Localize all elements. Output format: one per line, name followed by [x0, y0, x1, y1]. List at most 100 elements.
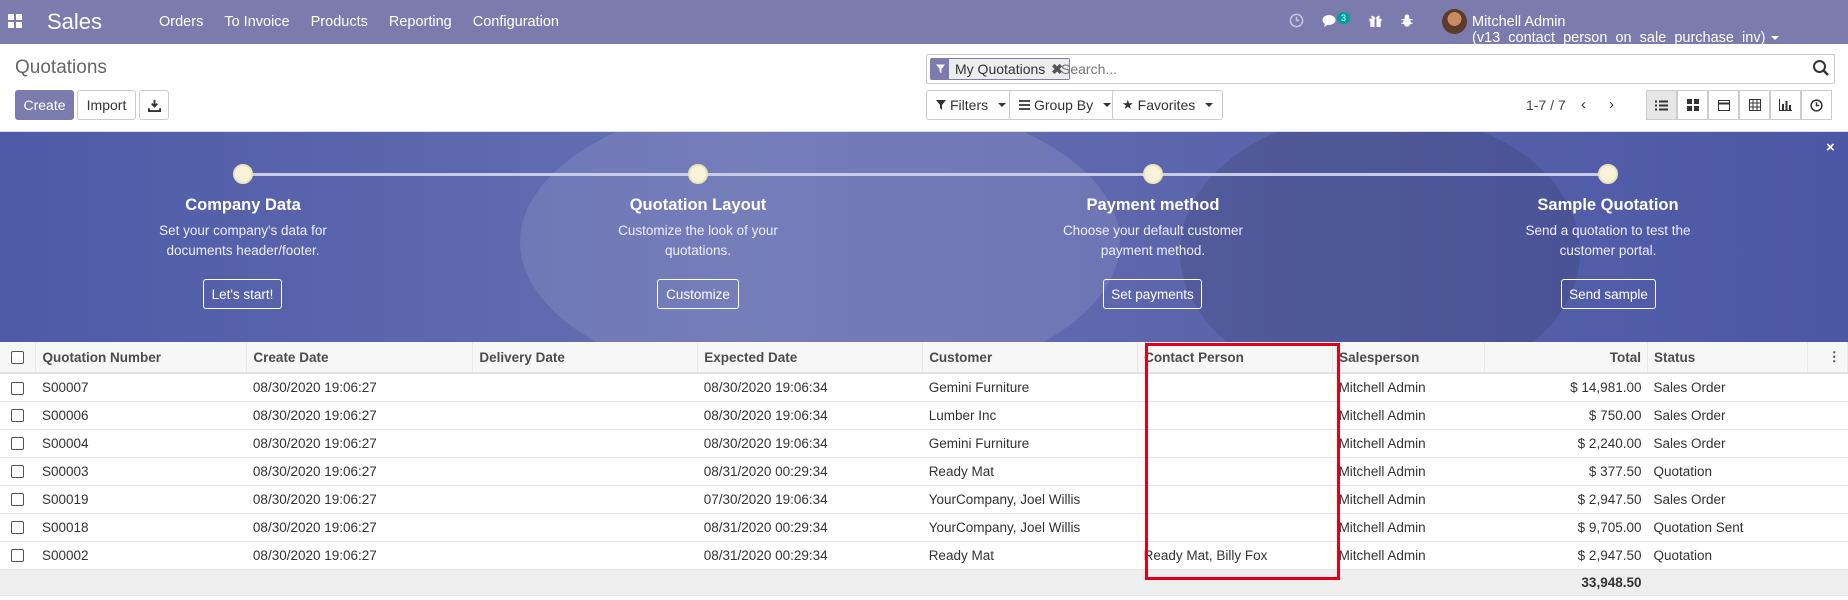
header-total[interactable]: Total	[1484, 342, 1648, 374]
table-row[interactable]: S00018 08/30/2020 19:06:27 08/31/2020 00:2…	[0, 513, 1848, 542]
table-row[interactable]: S00004 08/30/2020 19:06:27 08/30/2020 19:0…	[0, 429, 1848, 458]
import-button[interactable]: Import	[77, 90, 136, 120]
cell-customer: Gemini Furniture	[922, 373, 1138, 402]
search-icon[interactable]	[1812, 59, 1830, 77]
pivot-view-button[interactable]	[1739, 90, 1770, 120]
download-icon	[147, 99, 161, 112]
cell-quotation-number: S00003	[35, 457, 247, 486]
table-row[interactable]: S00006 08/30/2020 19:06:27 08/30/2020 19:0…	[0, 401, 1848, 430]
row-spacer	[1807, 513, 1848, 542]
header-status[interactable]: Status	[1647, 342, 1808, 374]
groupby-dropdown[interactable]: Group By	[1009, 90, 1122, 120]
table-row[interactable]: S00002 08/30/2020 19:06:27 08/31/2020 00:2…	[0, 541, 1848, 570]
apps-menu-icon[interactable]	[8, 14, 22, 28]
row-spacer	[1807, 373, 1848, 402]
cell-customer: Gemini Furniture	[922, 429, 1138, 458]
cell-salesperson: Mitchell Admin	[1332, 457, 1485, 486]
select-all-checkbox[interactable]	[11, 351, 25, 365]
pager-previous-icon[interactable]: ‹	[1581, 96, 1586, 113]
row-checkbox[interactable]	[11, 493, 25, 507]
cell-expected-date: 08/31/2020 00:29:34	[697, 513, 923, 542]
optional-columns-toggle[interactable]: ⋮	[1807, 342, 1848, 374]
step-sample-quotation: Sample Quotation Send a quotation to tes…	[1498, 196, 1718, 261]
row-select-cell[interactable]	[0, 373, 36, 402]
table-row[interactable]: S00019 08/30/2020 19:06:27 07/30/2020 19:0…	[0, 485, 1848, 514]
gift-icon[interactable]	[1368, 13, 1383, 28]
breadcrumb[interactable]: Quotations	[15, 57, 107, 79]
lets-start-button[interactable]: Let's start!	[203, 279, 282, 309]
step-description: Send a quotation to test the	[1525, 223, 1691, 238]
row-select-cell[interactable]	[0, 457, 36, 486]
row-checkbox[interactable]	[11, 521, 25, 535]
cell-create-date: 08/30/2020 19:06:27	[246, 541, 473, 570]
chat-icon[interactable]	[1322, 14, 1338, 28]
pager-value[interactable]: 1-7 / 7	[1526, 97, 1566, 113]
step-description: Choose your default customer	[1062, 223, 1244, 238]
header-expected-date[interactable]: Expected Date	[697, 342, 924, 374]
calendar-icon	[1717, 100, 1730, 111]
send-sample-button[interactable]: Send sample	[1561, 279, 1656, 309]
step-dot	[1143, 164, 1163, 184]
header-customer[interactable]: Customer	[922, 342, 1139, 374]
menu-to-invoice[interactable]: To Invoice	[224, 14, 289, 30]
groupby-label: Group By	[1034, 97, 1094, 113]
row-checkbox[interactable]	[11, 549, 25, 563]
row-checkbox[interactable]	[11, 381, 25, 395]
table-row[interactable]: S00007 08/30/2020 19:06:27 08/30/2020 19:0…	[0, 373, 1848, 402]
ellipsis-vertical-icon[interactable]: ⋮	[1828, 349, 1842, 364]
step-company-data: Company Data Set your company's data for…	[133, 196, 353, 261]
cell-expected-date: 08/31/2020 00:29:34	[697, 457, 923, 486]
user-menu[interactable]: Mitchell Admin (v13_contact_person_on_sa…	[1472, 14, 1848, 46]
cell-quotation-number: S00002	[35, 541, 247, 570]
activity-view-button[interactable]	[1801, 90, 1832, 120]
user-caret-icon	[1771, 36, 1780, 41]
cell-delivery-date	[472, 401, 698, 430]
cell-delivery-date	[472, 485, 698, 514]
set-payments-button[interactable]: Set payments	[1103, 279, 1202, 309]
search-input[interactable]	[1061, 59, 1761, 79]
row-select-cell[interactable]	[0, 541, 36, 570]
calendar-view-button[interactable]	[1708, 90, 1739, 120]
cell-quotation-number: S00019	[35, 485, 247, 514]
cell-status: Quotation	[1647, 541, 1808, 570]
select-all-cell[interactable]	[0, 342, 37, 374]
close-banner-icon[interactable]: ×	[1826, 139, 1835, 156]
cell-expected-date: 08/31/2020 00:29:34	[697, 541, 923, 570]
table-row[interactable]: S00003 08/30/2020 19:06:27 08/31/2020 00:2…	[0, 457, 1848, 486]
customize-button[interactable]: Customize	[657, 279, 739, 309]
row-select-cell[interactable]	[0, 513, 36, 542]
menu-products[interactable]: Products	[311, 14, 368, 30]
step-dot	[688, 164, 708, 184]
row-checkbox[interactable]	[11, 465, 25, 479]
onboarding-banner: Company Data Set your company's data for…	[0, 132, 1848, 342]
search-bar: My Quotations ✖	[926, 54, 1835, 84]
graph-view-button[interactable]	[1770, 90, 1801, 120]
row-select-cell[interactable]	[0, 401, 36, 430]
menu-orders[interactable]: Orders	[159, 14, 203, 30]
menu-reporting[interactable]: Reporting	[389, 14, 452, 30]
download-button[interactable]	[139, 90, 169, 120]
filters-dropdown[interactable]: Filters	[926, 90, 1017, 120]
kanban-view-button[interactable]	[1677, 90, 1708, 120]
header-create-date[interactable]: Create Date	[246, 342, 474, 374]
row-select-cell[interactable]	[0, 485, 36, 514]
pager-next-icon[interactable]: ›	[1609, 96, 1614, 113]
kanban-icon	[1686, 99, 1699, 111]
favorites-dropdown[interactable]: ★ Favorites	[1112, 90, 1224, 120]
main-menu: Orders To Invoice Products Reporting Con…	[159, 14, 580, 30]
header-quotation-number[interactable]: Quotation Number	[35, 342, 248, 374]
create-button[interactable]: Create	[15, 90, 74, 120]
bug-icon[interactable]	[1400, 13, 1414, 28]
row-checkbox[interactable]	[11, 409, 25, 423]
header-salesperson[interactable]: Salesperson	[1332, 342, 1486, 374]
filters-label: Filters	[950, 97, 989, 113]
search-facet[interactable]: My Quotations ✖	[930, 58, 1070, 80]
row-select-cell[interactable]	[0, 429, 36, 458]
menu-configuration[interactable]: Configuration	[473, 14, 559, 30]
clock-icon[interactable]	[1289, 13, 1304, 28]
header-delivery-date[interactable]: Delivery Date	[472, 342, 699, 374]
user-avatar[interactable]	[1442, 9, 1467, 34]
row-checkbox[interactable]	[11, 437, 25, 451]
cell-quotation-number: S00004	[35, 429, 247, 458]
list-view-button[interactable]	[1646, 90, 1677, 120]
